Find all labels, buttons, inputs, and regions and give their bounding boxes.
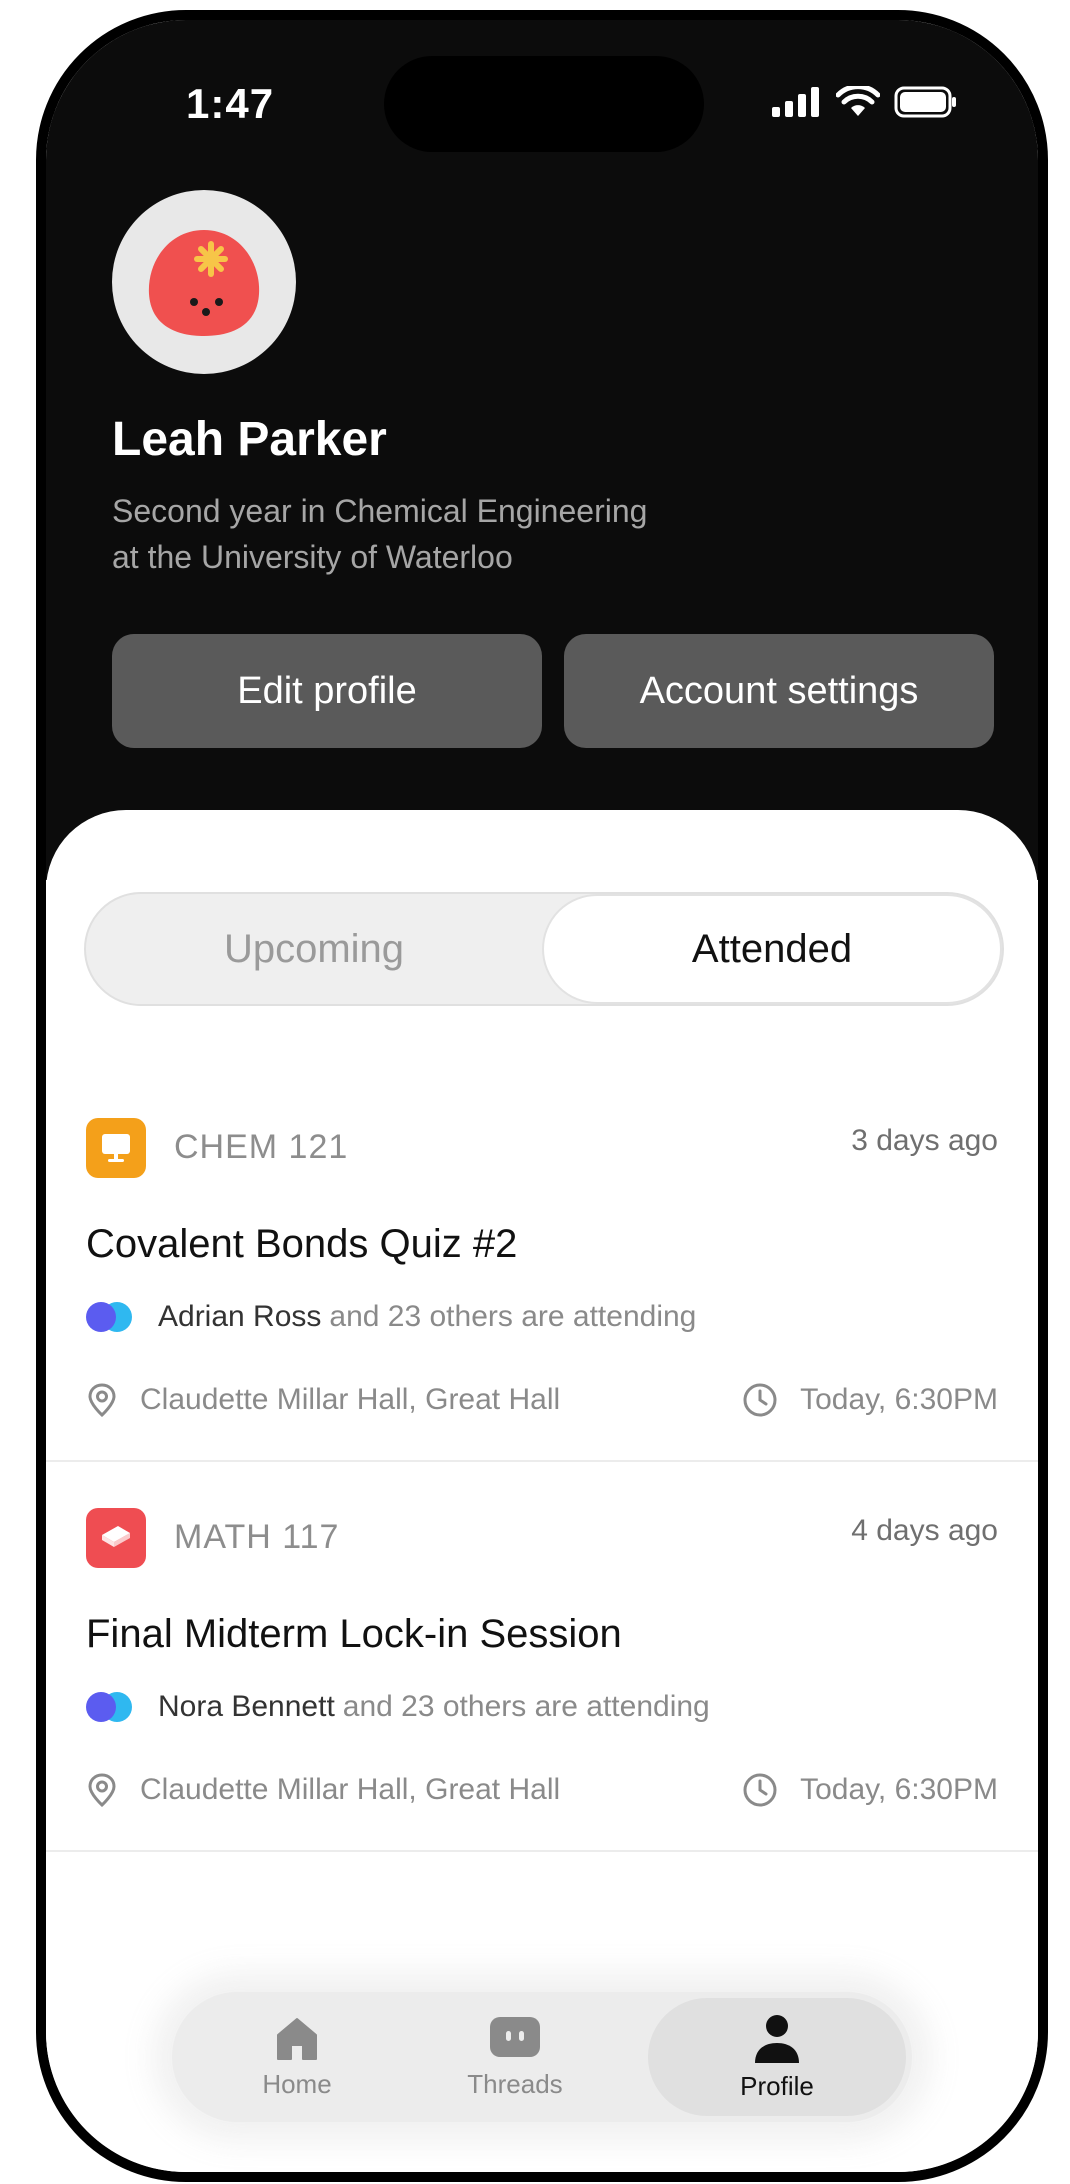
event-meta: Claudette Millar Hall, Great Hall Today,… — [86, 1772, 998, 1812]
attendee-count-text: and 23 others are attending — [329, 1300, 697, 1333]
nav-home[interactable]: Home — [212, 1992, 382, 2122]
tab-upcoming[interactable]: Upcoming — [86, 894, 542, 1004]
attendee-avatars — [86, 1301, 136, 1333]
screen: 1:47 Leah Parker Second year in Chemical… — [46, 20, 1038, 2172]
nav-profile-label: Profile — [740, 2070, 814, 2101]
status-icons — [772, 84, 958, 123]
event-meta: Claudette Millar Hall, Great Hall Today,… — [86, 1382, 998, 1422]
dynamic-island — [384, 56, 704, 152]
attendee-dot — [86, 1302, 116, 1332]
clock-icon — [743, 1383, 777, 1417]
wifi-icon — [835, 84, 881, 123]
profile-name: Leah Parker — [112, 413, 387, 466]
phone-frame: 1:47 Leah Parker Second year in Chemical… — [36, 10, 1048, 2182]
book-icon — [102, 1526, 130, 1547]
time-text: Today, 6:30PM — [800, 1773, 998, 1806]
account-settings-button[interactable]: Account settings — [564, 634, 994, 748]
course-badge — [86, 1118, 146, 1178]
tab-attended[interactable]: Attended — [542, 894, 1002, 1004]
nav-threads[interactable]: Threads — [420, 1992, 610, 2122]
cellular-signal-icon — [772, 87, 822, 122]
time-ago: 3 days ago — [851, 1124, 998, 1157]
home-icon — [277, 2017, 317, 2060]
profile-bio-line-2: at the University of Waterloo — [112, 539, 513, 575]
attendee-dot — [86, 1692, 116, 1722]
battery-icon — [894, 86, 958, 123]
profile-bio: Second year in Chemical Engineering at t… — [112, 488, 812, 580]
status-time: 1:47 — [186, 80, 275, 127]
presentation-icon — [102, 1134, 130, 1162]
course-code: MATH 117 — [174, 1518, 340, 1556]
nav-threads-label: Threads — [467, 2068, 563, 2099]
events-tab-switcher: Upcoming Attended — [84, 892, 1004, 1006]
person-icon — [755, 2014, 799, 2063]
event-title: Covalent Bonds Quiz #2 — [86, 1222, 518, 1266]
attendees-row: Adrian Ross and 23 others are attending — [86, 1300, 696, 1334]
attendee-count-text: and 23 others are attending — [342, 1690, 710, 1723]
event-card[interactable]: CHEM 121 3 days ago Covalent Bonds Quiz … — [46, 1072, 1038, 1462]
attendee-avatars — [86, 1691, 136, 1723]
nav-home-label: Home — [262, 2068, 332, 2099]
event-title: Final Midterm Lock-in Session — [86, 1612, 622, 1656]
avatar[interactable] — [112, 190, 296, 374]
attendees-row: Nora Bennett and 23 others are attending — [86, 1690, 710, 1724]
strawberry-avatar-icon — [148, 230, 260, 336]
event-location: Claudette Millar Hall, Great Hall — [86, 1772, 560, 1808]
clock-icon — [743, 1773, 777, 1807]
bottom-navigation: Home Threads Profile — [172, 1992, 912, 2122]
location-pin-icon — [88, 1383, 116, 1418]
chat-bubble-icon — [490, 2016, 540, 2057]
edit-profile-button[interactable]: Edit profile — [112, 634, 542, 748]
event-time: Today, 6:30PM — [742, 1382, 998, 1418]
time-ago: 4 days ago — [851, 1514, 998, 1547]
location-text: Claudette Millar Hall, Great Hall — [140, 1773, 561, 1806]
course-code: CHEM 121 — [174, 1128, 349, 1166]
time-text: Today, 6:30PM — [800, 1383, 998, 1416]
event-card[interactable]: MATH 117 4 days ago Final Midterm Lock-i… — [46, 1462, 1038, 1852]
location-pin-icon — [88, 1773, 116, 1808]
profile-bio-line-1: Second year in Chemical Engineering — [112, 493, 648, 529]
event-location: Claudette Millar Hall, Great Hall — [86, 1382, 560, 1418]
attendee-name: Adrian Ross — [158, 1300, 322, 1333]
nav-profile[interactable]: Profile — [648, 1998, 906, 2116]
course-badge — [86, 1508, 146, 1568]
location-text: Claudette Millar Hall, Great Hall — [140, 1383, 561, 1416]
event-time: Today, 6:30PM — [742, 1772, 998, 1808]
attendee-name: Nora Bennett — [158, 1690, 335, 1723]
